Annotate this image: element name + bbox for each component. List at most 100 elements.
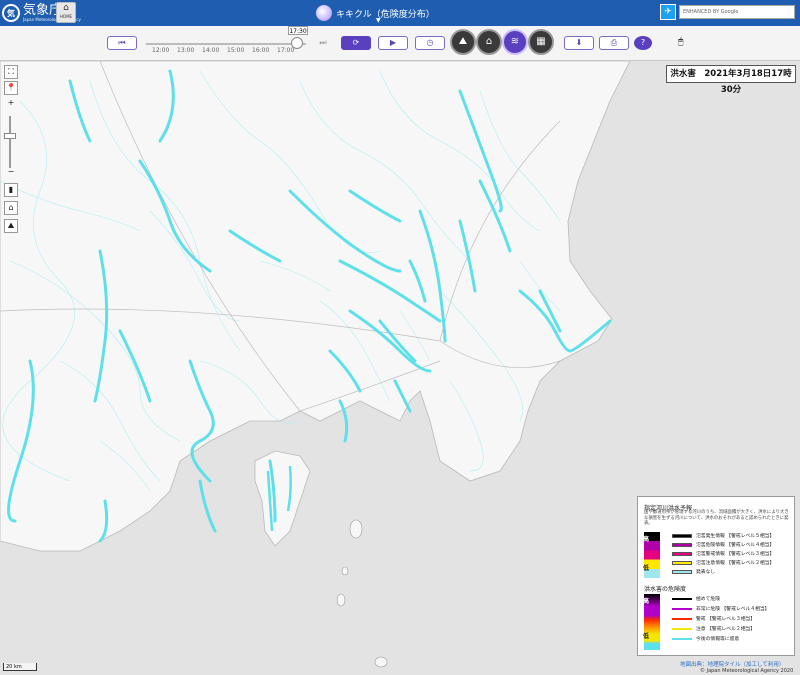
island — [341, 566, 349, 576]
search-placeholder: ENHANCED BY Google — [683, 9, 739, 15]
home-button[interactable]: ⌂ HOME — [56, 2, 76, 23]
mode-map-button[interactable]: ▦ — [528, 29, 554, 55]
speed-button[interactable]: ◷ — [415, 36, 445, 50]
legend-line — [672, 597, 692, 600]
legend-row: 注意 【警戒レベル２相当】 — [672, 625, 755, 632]
legend-bar2-low: 低 — [642, 633, 649, 640]
legend-bar2-high: 高 — [642, 598, 649, 605]
legend-row: 氾濫警戒情報 【警戒レベル３相当】 — [672, 550, 774, 557]
time-bubble: 17:30 — [288, 26, 308, 35]
mouse-mode-icon[interactable]: 🖱 — [678, 37, 683, 47]
twitter-icon: ✈ — [664, 7, 672, 17]
zoom-out-button[interactable]: − — [4, 166, 18, 180]
legend-label: 氾濫警戒情報 【警戒レベル３相当】 — [696, 552, 775, 557]
legend-row: 極めて危険 — [672, 595, 720, 602]
legend-label: 氾濫発生情報 【警戒レベル５相当】 — [696, 534, 775, 539]
layer-panel-button[interactable]: ▮ — [4, 183, 18, 197]
attribution-link[interactable]: 地図出典：地理院タイル（加工して利用） — [680, 660, 784, 668]
legend-label: 今後の情報等に留意 — [696, 637, 740, 642]
plus-icon: + — [7, 98, 15, 107]
legend-row: 今後の情報等に留意 — [672, 635, 739, 642]
izu-peninsula — [254, 450, 311, 547]
zoom-slider-handle[interactable] — [4, 133, 16, 139]
legend-note: 国や都道府県が管理する河川のうち、流域面積が大きく、洪水により大きな損害を生ずる… — [644, 510, 789, 526]
legend-label: 警戒 【警戒レベル３相当】 — [696, 617, 756, 622]
legend-row: 氾濫発生情報 【警戒レベル５相当】 — [672, 532, 774, 539]
home-icon: ⌂ — [63, 3, 69, 13]
legend-bar1-low: 低 — [642, 565, 649, 572]
time-ticks: 12:00 13:00 14:00 15:00 16:00 17:00 — [146, 47, 306, 55]
terrain-toggle-button[interactable]: ⛰ — [4, 219, 18, 233]
home-label: HOME — [59, 14, 73, 19]
legend-line — [672, 617, 692, 620]
time-slider-track[interactable] — [146, 43, 306, 45]
legend-label: 極めて危険 — [696, 597, 720, 602]
legend-row: 非常に危険 【警戒レベル４相当】 — [672, 605, 769, 612]
header-bar: 気 気象庁 Japan Meteorological Agency ⌂ HOME… — [0, 0, 800, 26]
print-button[interactable]: ⎙ — [599, 36, 629, 50]
refresh-icon: ⟳ — [352, 38, 360, 47]
play-button[interactable]: ▶ — [378, 36, 408, 50]
legend-row: 警戒 【警戒レベル３相当】 — [672, 615, 755, 622]
mode-flood-button[interactable]: ≋ — [502, 29, 528, 55]
legend-label: 氾濫危険情報 【警戒レベル４相当】 — [696, 543, 775, 548]
download-button[interactable]: ⬇ — [564, 36, 594, 50]
fullscreen-icon: ⛶ — [8, 67, 14, 76]
minus-icon: − — [7, 167, 15, 176]
legend-row: 氾濫危険情報 【警戒レベル４相当】 — [672, 541, 774, 548]
map-date-label: 洪水害 2021年3月18日17時30分 — [666, 65, 796, 95]
legend-label: 非常に危険 【警戒レベル４相当】 — [696, 607, 770, 612]
help-button[interactable]: ? — [634, 36, 652, 50]
tick-label: 15:00 — [227, 47, 245, 54]
tick-label: 14:00 — [202, 47, 220, 54]
scale-bar: 20 km — [3, 663, 37, 671]
flood-icon: ≋ — [510, 36, 520, 47]
legend-panel: 指定河川洪水予報 国や都道府県が管理する河川のうち、流域面積が大きく、洪水により… — [637, 496, 795, 656]
legend-swatch — [672, 560, 692, 565]
mouse-icon: 🖱 — [678, 37, 684, 47]
legend-label: 注意 【警戒レベル２相当】 — [696, 627, 756, 632]
skip-start-icon: ⏮ — [118, 38, 126, 47]
legend-row: 氾濫注意情報 【警戒レベル２相当】 — [672, 559, 774, 566]
jma-logo-icon: 気 — [2, 4, 20, 22]
twitter-button[interactable]: ✈ — [660, 4, 676, 20]
legend-swatch — [672, 551, 692, 556]
help-icon: ? — [640, 38, 646, 47]
location-pin-icon: 📍 — [6, 83, 16, 92]
fullscreen-button[interactable]: ⛶ — [4, 65, 18, 79]
legend-line — [672, 607, 692, 610]
legend-swatch — [672, 542, 692, 547]
tick-label: 12:00 — [152, 47, 170, 54]
download-icon: ⬇ — [575, 38, 583, 47]
island — [374, 656, 388, 668]
map-icon: ▦ — [536, 36, 546, 47]
kikikuru-icon — [316, 5, 332, 21]
legend-title-2: 洪水害の危険度 — [644, 586, 687, 593]
latest-button[interactable]: ⟳ — [341, 36, 371, 50]
mode-landslide-button[interactable]: ⛰ — [450, 29, 476, 55]
chevron-down-icon: ▼ — [376, 17, 381, 24]
zoom-slider-track[interactable] — [9, 116, 11, 168]
speedometer-icon: ◷ — [426, 38, 434, 47]
zoom-in-button[interactable]: + — [4, 97, 18, 111]
legend-label: 発表なし — [696, 570, 716, 575]
mode-inundation-button[interactable]: ⌂ — [476, 29, 502, 55]
legend-label: 氾濫注意情報 【警戒レベル２相当】 — [696, 561, 775, 566]
skip-end-icon: ⏭ — [319, 38, 327, 47]
mountain-icon: ⛰ — [7, 221, 15, 230]
search-input[interactable]: ENHANCED BY Google — [679, 5, 795, 19]
app-title-dropdown[interactable]: キキクル（危険度分布） ▼ — [316, 3, 435, 24]
app-title: キキクル（危険度分布） — [336, 9, 435, 20]
tick-label: 17:00 — [277, 47, 295, 54]
toolbar: ⏮ 17:30 12:00 13:00 14:00 15:00 16:00 17… — [0, 26, 800, 61]
locate-button[interactable]: 📍 — [4, 81, 18, 95]
last-frame-button[interactable]: ⏭ — [308, 36, 338, 50]
legend-line — [672, 637, 692, 640]
play-icon: ▶ — [389, 38, 397, 47]
island — [336, 593, 346, 607]
print-icon: ⎙ — [610, 38, 618, 47]
first-frame-button[interactable]: ⏮ — [107, 36, 137, 50]
home-view-button[interactable]: ⌂ — [4, 201, 18, 215]
island — [349, 519, 363, 539]
legend-bar1-high: 高 — [642, 536, 649, 543]
